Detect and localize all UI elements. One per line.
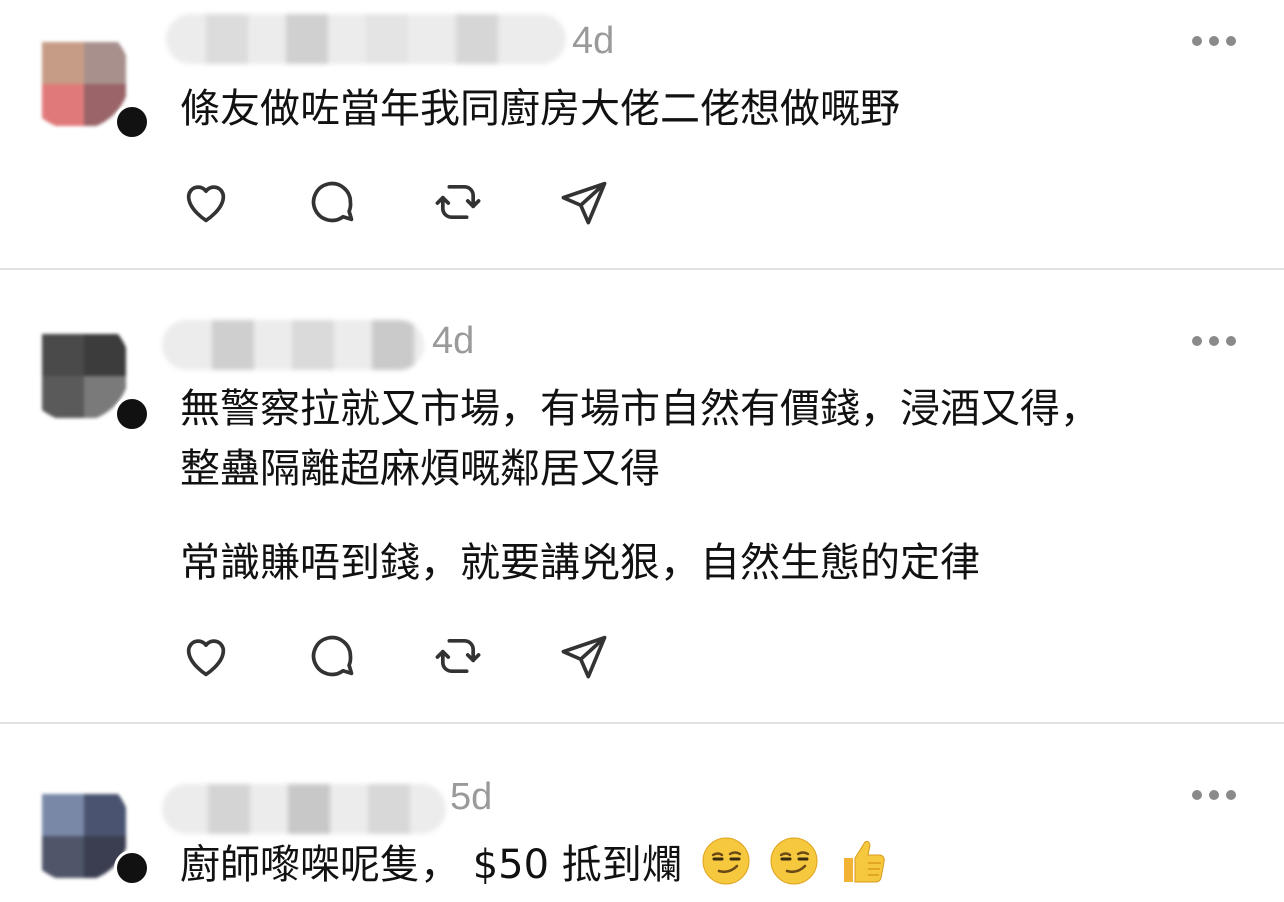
username-blurred[interactable] [166,14,566,64]
comment-text: 常識賺唔到錢，就要講兇狠，自然生態的定律 [180,540,980,586]
heart-icon[interactable] [180,176,232,228]
more-icon[interactable] [1192,334,1236,348]
avatar-badge [114,850,150,886]
smirking-face-icon [770,837,818,885]
comment-post: 4d 無警察拉就又市場，有場市自然有價錢，浸酒又得， 整蠱隔離超麻煩嘅鄰居又得 … [0,270,1284,722]
timestamp: 4d [432,320,475,362]
comment-text: 整蠱隔離超麻煩嘅鄰居又得 [180,446,660,492]
comment-post: 4d 條友做咗當年我同廚房大佬二佬想做嘅野 [0,0,1284,268]
comment-post: 5d 廚師嚟㗎呢隻， $50 抵到爛 [0,724,1284,902]
send-icon[interactable] [558,630,610,682]
more-icon[interactable] [1192,34,1236,48]
smirking-face-icon [702,837,749,885]
send-icon[interactable] [558,176,610,228]
avatar-badge [114,396,150,432]
comment-text-content: 廚師嚟㗎呢隻， $50 抵到爛 [180,842,682,888]
avatar[interactable] [22,314,130,422]
thumbs-up-icon [843,840,885,883]
comment-text: 無警察拉就又市場，有場市自然有價錢，浸酒又得， [180,386,1100,432]
more-icon[interactable] [1192,788,1236,802]
comment-text: 條友做咗當年我同廚房大佬二佬想做嘅野 [180,86,900,132]
comment-text: 廚師嚟㗎呢隻， $50 抵到爛 [180,836,888,894]
comment-icon[interactable] [306,176,358,228]
comment-icon[interactable] [306,630,358,682]
repost-icon[interactable] [432,630,484,682]
username-blurred[interactable] [162,784,446,834]
timestamp: 5d [450,776,493,818]
avatar[interactable] [22,22,130,130]
heart-icon[interactable] [180,630,232,682]
repost-icon[interactable] [432,176,484,228]
timestamp: 4d [572,20,615,62]
avatar-badge [114,104,150,140]
username-blurred[interactable] [162,320,424,370]
